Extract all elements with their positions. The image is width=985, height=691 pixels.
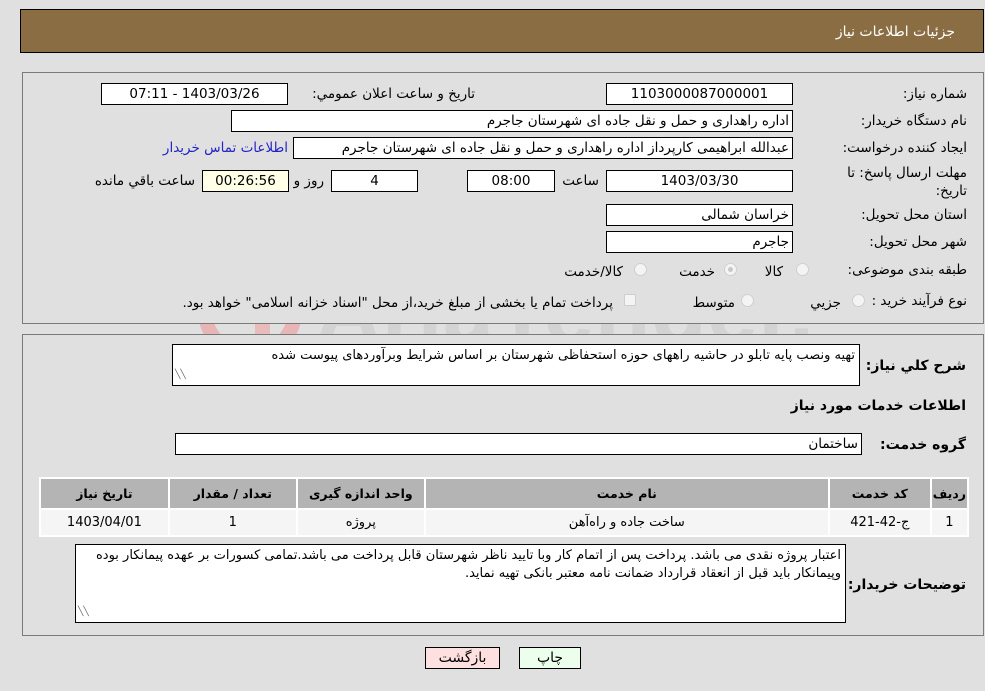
purchase-type-option-medium: متوسط	[692, 295, 735, 311]
category-option-service: خدمت	[679, 264, 715, 280]
service-group-label: گروه خدمت:	[880, 437, 966, 453]
col-service-name: نام خدمت	[425, 479, 828, 508]
services-table-header: رديف کد خدمت نام خدمت واحد اندازه گیری ت…	[41, 479, 967, 508]
time-remaining-label: ساعت باقي مانده	[94, 173, 195, 189]
requester-label: ایجاد کننده درخواست:	[842, 140, 967, 156]
city-label: شهر محل تحویل:	[869, 234, 967, 250]
resize-grip-icon[interactable]: ╲╲	[78, 603, 89, 621]
page-title: جزئیات اطلاعات نیاز	[835, 24, 955, 40]
cell-service-code: ج-42-421	[829, 510, 930, 535]
services-section-title: اطلاعات خدمات مورد نیاز	[790, 398, 966, 414]
province-label: استان محل تحویل:	[861, 207, 967, 223]
print-button[interactable]: چاپ	[519, 647, 581, 669]
city-field: جاجرم	[606, 231, 793, 253]
deadline-time-field: 08:00	[467, 170, 555, 192]
table-row: 1 ج-42-421 ساخت جاده و راه‌آهن پروژه 1 1…	[41, 510, 967, 535]
resize-grip-icon[interactable]: ╲╲	[175, 366, 186, 384]
category-option-goods: کالا	[764, 264, 783, 280]
col-need-date: تاریخ نیاز	[41, 479, 168, 508]
cell-quantity: 1	[169, 510, 296, 535]
treasury-checkbox[interactable]	[624, 294, 636, 306]
buyer-notes-text: اعتبار پروژه نقدی می باشد. پرداخت پس از …	[95, 548, 841, 581]
days-label: روز و	[293, 173, 324, 189]
category-radio-service[interactable]	[724, 263, 737, 276]
col-service-code: کد خدمت	[829, 479, 930, 508]
purchase-type-label: نوع فرآیند خرید :	[871, 293, 967, 309]
cell-unit: پروژه	[297, 510, 424, 535]
purchase-type-radio-minor[interactable]	[852, 294, 865, 307]
buyer-org-label: نام دستگاه خريدار:	[860, 113, 967, 129]
col-unit: واحد اندازه گیری	[297, 479, 424, 508]
back-button[interactable]: بازگشت	[425, 647, 500, 669]
requester-field: عبدالله ابراهیمی کارپرداز اداره راهداری …	[293, 137, 793, 159]
category-radio-goods-service[interactable]	[634, 263, 647, 276]
deadline-date-field: 1403/03/30	[606, 170, 793, 192]
cell-service-name: ساخت جاده و راه‌آهن	[425, 510, 828, 535]
service-group-field: ساختمان	[175, 433, 862, 455]
days-remaining-field: 4	[331, 170, 418, 192]
description-text: تهیه ونصب پایه تابلو در حاشیه راههای حوز…	[271, 348, 855, 363]
deadline-label: مهلت ارسال پاسخ: تا	[847, 165, 967, 181]
col-row-number: رديف	[931, 479, 967, 508]
cell-need-date: 1403/04/01	[41, 510, 168, 535]
cell-row-number: 1	[931, 510, 967, 535]
category-label: طبقه بندی موضوعی:	[847, 262, 967, 278]
description-textarea[interactable]: تهیه ونصب پایه تابلو در حاشیه راههای حوز…	[172, 344, 860, 386]
page-header: جزئیات اطلاعات نیاز	[20, 9, 984, 53]
category-radio-goods[interactable]	[796, 263, 809, 276]
buyer-contact-link[interactable]: اطلاعات تماس خریدار	[163, 140, 288, 156]
description-label: شرح کلي نياز:	[865, 358, 966, 374]
need-number-label: شماره نیاز:	[902, 86, 967, 102]
time-remaining-field: 00:26:56	[202, 170, 289, 192]
purchase-type-radio-medium[interactable]	[741, 294, 754, 307]
buyer-notes-textarea[interactable]: اعتبار پروژه نقدی می باشد. پرداخت پس از …	[75, 544, 846, 623]
category-option-goods-service: کالا/خدمت	[564, 264, 623, 280]
buyer-org-field: اداره راهداری و حمل و نقل جاده ای شهرستا…	[231, 110, 793, 132]
deadline-label-line2: تاریخ:	[935, 183, 967, 199]
announce-datetime-field: 1403/03/26 - 07:11	[101, 83, 288, 105]
treasury-checkbox-label: پرداخت تمام یا بخشی از مبلغ خرید،از محل …	[182, 295, 613, 311]
province-field: خراسان شمالی	[606, 204, 793, 226]
deadline-time-label: ساعت	[562, 173, 599, 189]
announce-datetime-label: تاريخ و ساعت اعلان عمومي:	[312, 86, 475, 102]
buyer-notes-label: توضیحات خریدار:	[847, 577, 966, 593]
need-number-field: 1103000087000001	[606, 83, 793, 105]
purchase-type-option-minor: جزيي	[810, 295, 841, 311]
col-quantity: تعداد / مقدار	[169, 479, 296, 508]
services-table: رديف کد خدمت نام خدمت واحد اندازه گیری ت…	[39, 477, 969, 537]
